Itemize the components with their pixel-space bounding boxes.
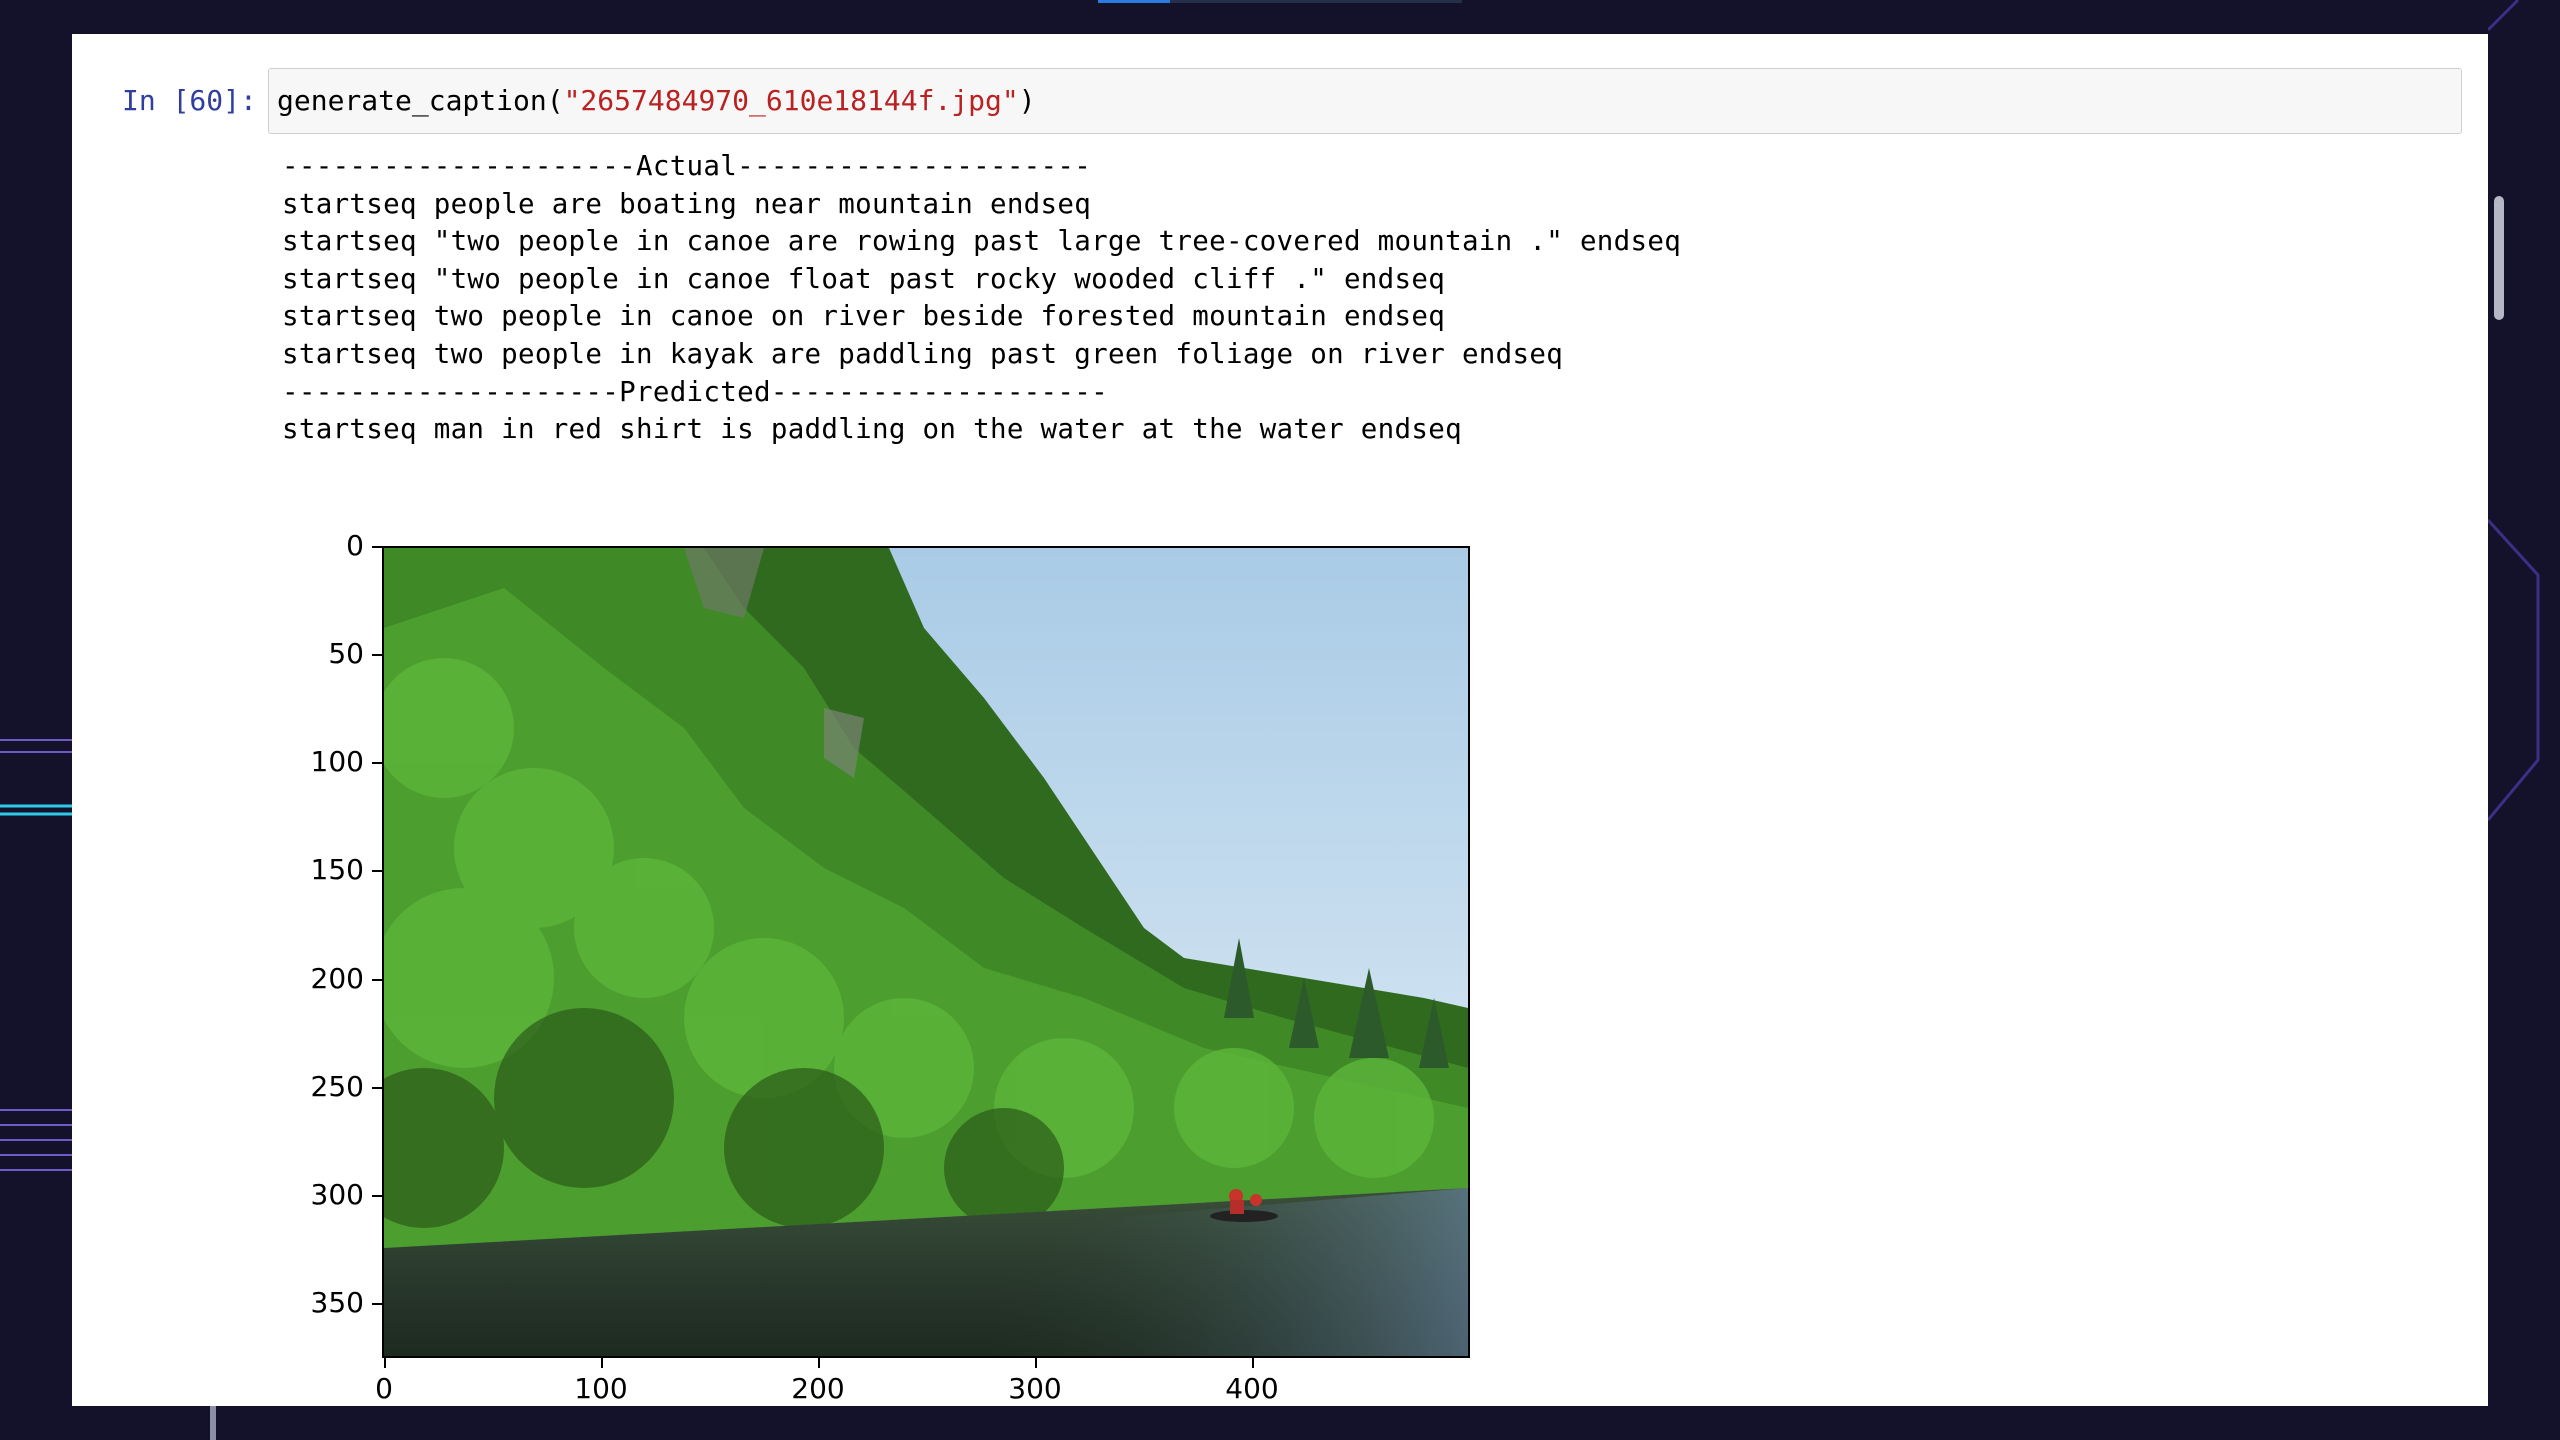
y-tick-label: 250 [310,1070,364,1103]
code-editor[interactable]: generate_caption("2657484970_610e18144f.… [268,68,2462,134]
code-string-arg: "2657484970_610e18144f.jpg" [563,84,1019,117]
x-tick [601,1358,603,1368]
x-tick [1035,1358,1037,1368]
y-tick-label: 0 [346,529,364,562]
river-canoe-photo [384,548,1468,1356]
x-tick-label: 300 [1008,1372,1062,1405]
background-circuit-lines-left [0,739,72,1171]
code-cell: In [60]: generate_caption("2657484970_61… [72,68,2488,134]
y-tick [372,546,382,548]
output-line-caption: startseq two people in kayak are paddlin… [282,337,1564,370]
y-tick-label: 200 [310,962,364,995]
y-tick-label: 50 [328,637,364,670]
background-bottom-bar [210,1405,216,1440]
x-tick [384,1358,386,1368]
y-tick [372,762,382,764]
output-line-predicted-header: --------------------Predicted-----------… [282,375,1108,408]
output-line-caption: startseq "two people in canoe are rowing… [282,225,1682,258]
output-line-caption: startseq "two people in canoe float past… [282,262,1446,295]
input-prompt: In [60]: [122,84,257,117]
cell-output: ---------------------Actual-------------… [282,148,2432,449]
y-tick-label: 150 [310,853,364,886]
x-tick-label: 400 [1225,1372,1279,1405]
image-axes [382,546,1470,1358]
code-close-paren: ) [1018,84,1036,117]
output-line-actual-header: ---------------------Actual-------------… [282,150,1092,182]
vertical-scrollbar-thumb[interactable] [2494,196,2504,320]
top-tab-indicator [1098,0,1170,3]
y-tick [372,1195,382,1197]
y-tick-label: 100 [310,745,364,778]
x-tick-label: 100 [574,1372,628,1405]
y-tick [372,1087,382,1089]
x-tick [818,1358,820,1368]
output-line-caption: startseq two people in canoe on river be… [282,300,1446,333]
notebook-panel: In [60]: generate_caption("2657484970_61… [72,34,2488,1406]
image-figure: 0 50 100 150 200 250 300 350 0 100 200 3… [72,504,1572,1406]
y-tick-label: 300 [310,1178,364,1211]
y-tick [372,654,382,656]
y-tick-label: 350 [310,1286,364,1319]
code-function: generate_caption( [277,84,564,117]
y-tick [372,1303,382,1305]
y-tick [372,979,382,981]
top-tab-strip [1170,0,1462,3]
output-line-prediction: startseq man in red shirt is paddling on… [282,413,1462,446]
x-tick-label: 200 [791,1372,845,1405]
x-tick-label: 0 [375,1372,393,1405]
x-tick [1252,1358,1254,1368]
output-line-caption: startseq people are boating near mountai… [282,187,1092,220]
y-tick [372,870,382,872]
code-line: generate_caption("2657484970_610e18144f.… [277,69,1036,133]
